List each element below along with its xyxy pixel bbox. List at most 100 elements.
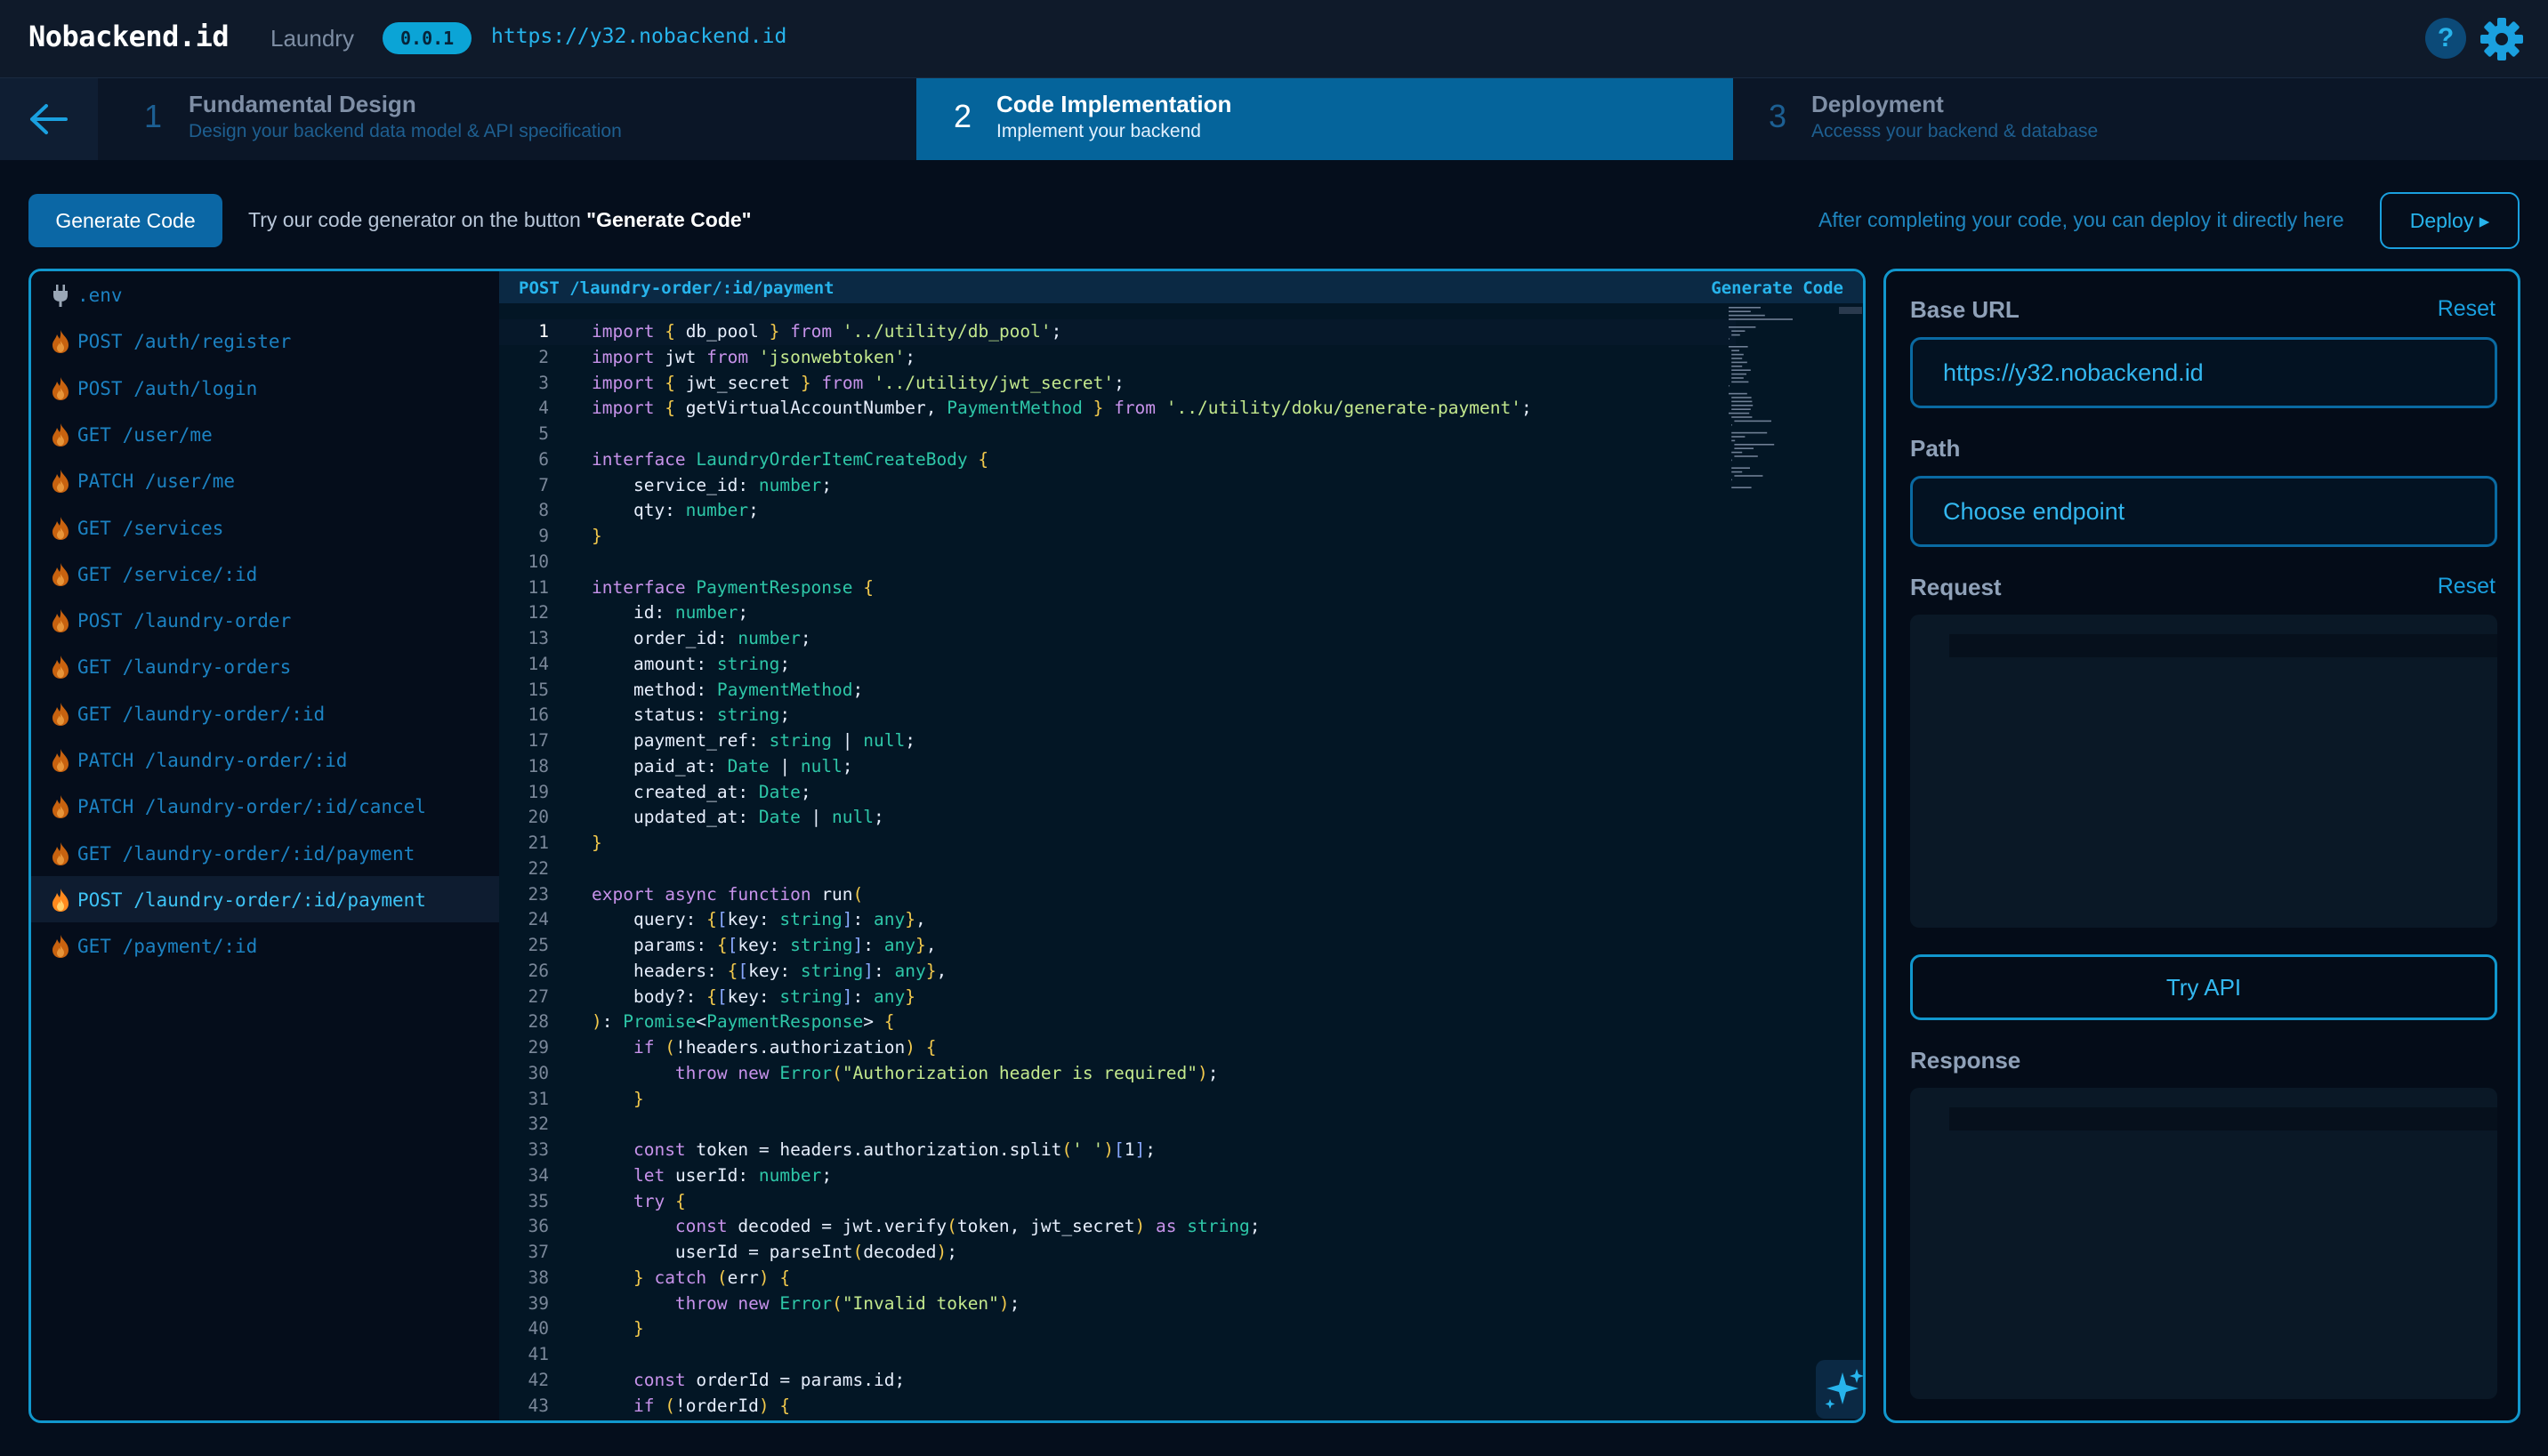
minimap-line bbox=[1731, 424, 1732, 426]
code-text: params: {[key: string]: any}, bbox=[592, 935, 937, 955]
endpoint-item[interactable]: .env bbox=[31, 271, 499, 318]
minimap-line bbox=[1731, 381, 1749, 383]
line-number: 3 bbox=[538, 372, 549, 393]
step-fundamental-design[interactable]: 1 Fundamental Design Design your backend… bbox=[107, 78, 916, 160]
line-number: 30 bbox=[528, 1062, 549, 1083]
code-text: import jwt from 'jsonwebtoken'; bbox=[592, 346, 915, 367]
minimap-line bbox=[1731, 400, 1753, 403]
top-header: Nobackend.id Laundry 0.0.1 https://y32.n… bbox=[0, 0, 2548, 78]
endpoint-item[interactable]: POST /auth/register bbox=[31, 318, 499, 364]
request-body-editor[interactable] bbox=[1910, 615, 2497, 928]
endpoint-item[interactable]: GET /laundry-order/:id bbox=[31, 690, 499, 736]
request-reset-button[interactable]: Reset bbox=[2438, 574, 2496, 599]
try-api-button[interactable]: Try API bbox=[1910, 954, 2497, 1020]
code-text: import { getVirtualAccountNumber, Paymen… bbox=[592, 398, 1532, 419]
brand-logo-text[interactable]: Nobackend.id bbox=[28, 20, 230, 53]
deploy-button[interactable]: Deploy ▸ bbox=[2380, 192, 2520, 249]
minimap-line bbox=[1729, 338, 1730, 340]
project-name: Laundry bbox=[270, 25, 354, 52]
minimap-line bbox=[1731, 353, 1744, 356]
endpoint-item[interactable]: PATCH /user/me bbox=[31, 457, 499, 503]
fire-icon bbox=[51, 469, 70, 494]
endpoint-item[interactable]: POST /auth/login bbox=[31, 365, 499, 411]
endpoint-item[interactable]: GET /user/me bbox=[31, 411, 499, 457]
step-title: Deployment bbox=[1811, 91, 1944, 117]
minimap-line bbox=[1731, 471, 1743, 473]
line-number: 5 bbox=[538, 423, 549, 444]
editor-generate-code-link[interactable]: Generate Code bbox=[1711, 278, 1843, 298]
line-number: 9 bbox=[538, 526, 549, 546]
endpoint-item[interactable]: GET /service/:id bbox=[31, 551, 499, 597]
endpoint-item[interactable]: PATCH /laundry-order/:id/cancel bbox=[31, 783, 499, 829]
generate-hint: Try our code generator on the button "Ge… bbox=[248, 208, 752, 232]
code-minimap[interactable] bbox=[1725, 303, 1825, 508]
line-number: 7 bbox=[538, 474, 549, 495]
line-number: 35 bbox=[528, 1190, 549, 1211]
endpoint-label: .env bbox=[77, 285, 123, 306]
line-number: 6 bbox=[538, 448, 549, 470]
endpoint-label: GET /user/me bbox=[77, 423, 213, 446]
fire-icon bbox=[51, 422, 70, 447]
endpoint-item[interactable]: GET /services bbox=[31, 504, 499, 551]
code-editor[interactable]: POST /laundry-order/:id/payment Generate… bbox=[499, 271, 1863, 1420]
minimap-line bbox=[1731, 377, 1744, 379]
path-label: Path bbox=[1910, 435, 1961, 462]
path-select[interactable]: Choose endpoint bbox=[1910, 476, 2497, 547]
line-number: 18 bbox=[528, 755, 549, 776]
fire-icon bbox=[51, 841, 70, 866]
code-text: } bbox=[633, 1088, 644, 1109]
minimap-line bbox=[1729, 326, 1756, 328]
base-url-reset-button[interactable]: Reset bbox=[2438, 296, 2496, 322]
line-number: 37 bbox=[528, 1242, 549, 1262]
step-deployment[interactable]: 3 Deployment Accesss your backend & data… bbox=[1733, 78, 2548, 160]
line-number: 26 bbox=[528, 960, 549, 981]
code-text: let userId: number; bbox=[633, 1164, 833, 1186]
endpoint-label: POST /auth/register bbox=[77, 331, 292, 353]
endpoint-item[interactable]: POST /laundry-order bbox=[31, 597, 499, 643]
ai-sparkle-icon[interactable] bbox=[1816, 1360, 1863, 1419]
code-text: id: number; bbox=[592, 602, 749, 623]
code-text: } bbox=[633, 1318, 644, 1339]
minimap-line bbox=[1729, 346, 1748, 348]
line-number: 14 bbox=[528, 653, 549, 674]
line-number: 22 bbox=[528, 857, 549, 879]
endpoint-item[interactable]: PATCH /laundry-order/:id bbox=[31, 736, 499, 783]
code-text: } catch (err) { bbox=[633, 1267, 791, 1288]
step-number: 1 bbox=[144, 98, 163, 134]
deploy-hint: After completing your code, you can depl… bbox=[1818, 208, 2344, 231]
code-text: if (!orderId) { bbox=[633, 1395, 791, 1416]
code-text: method: PaymentMethod; bbox=[592, 679, 864, 700]
minimap-line bbox=[1731, 487, 1752, 488]
minimap-line bbox=[1731, 366, 1743, 367]
endpoint-item[interactable]: GET /laundry-order/:id/payment bbox=[31, 830, 499, 876]
code-text: throw new Error("Invalid token"); bbox=[674, 1292, 1020, 1314]
code-text: paid_at: Date | null; bbox=[592, 755, 853, 776]
step-code-implementation[interactable]: 2 Code Implementation Implement your bac… bbox=[916, 78, 1733, 160]
endpoint-label: POST /auth/login bbox=[77, 377, 258, 399]
endpoint-item[interactable]: GET /payment/:id bbox=[31, 922, 499, 969]
project-url-link[interactable]: https://y32.nobackend.id bbox=[491, 25, 786, 48]
help-icon[interactable]: ? bbox=[2425, 18, 2466, 59]
gear-icon[interactable] bbox=[2479, 16, 2525, 62]
minimap-line bbox=[1731, 369, 1751, 371]
step-title: Code Implementation bbox=[996, 91, 1232, 117]
step-subtitle: Design your backend data model & API spe… bbox=[189, 121, 622, 141]
code-text: throw new Error("Order ID is required"); bbox=[592, 1419, 1093, 1420]
code-line[interactable]: 1 import { db_pool } from '../utility/db_… bbox=[499, 319, 1736, 345]
editor-tab-bar: POST /laundry-order/:id/payment Generate… bbox=[499, 271, 1863, 303]
endpoint-label: GET /payment/:id bbox=[77, 936, 258, 958]
minimap-line bbox=[1731, 479, 1732, 481]
line-number: 20 bbox=[528, 807, 549, 828]
generate-code-button[interactable]: Generate Code bbox=[28, 194, 222, 247]
line-number: 34 bbox=[528, 1164, 549, 1186]
line-number: 44 bbox=[499, 1419, 549, 1420]
code-text: query: {[key: string]: any}, bbox=[592, 909, 926, 930]
endpoint-item[interactable]: GET /laundry-orders bbox=[31, 643, 499, 689]
back-arrow-icon[interactable] bbox=[0, 78, 98, 160]
minimap-line bbox=[1731, 416, 1753, 418]
editor-scrollbar[interactable] bbox=[1839, 307, 1862, 314]
endpoint-item[interactable]: POST /laundry-order/:id/payment bbox=[31, 875, 499, 922]
minimap-line bbox=[1731, 408, 1751, 410]
base-url-input[interactable]: https://y32.nobackend.id bbox=[1910, 337, 2497, 408]
code-text: body?: {[key: string]: any} bbox=[592, 985, 916, 1007]
